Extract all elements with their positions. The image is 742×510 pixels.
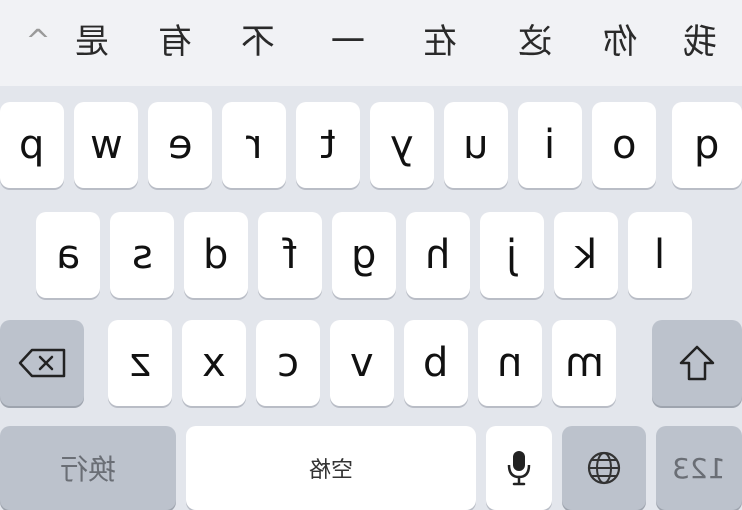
- key-label: m: [564, 340, 604, 386]
- key-label: d: [203, 232, 229, 278]
- key-label: y: [390, 122, 414, 168]
- numbers-key[interactable]: 123: [656, 426, 742, 510]
- candidate-word[interactable]: 这: [505, 18, 565, 66]
- key-label: r: [245, 122, 263, 168]
- numbers-label: 123: [672, 451, 726, 485]
- key-b[interactable]: b: [404, 320, 468, 406]
- key-label: o: [611, 122, 637, 168]
- expand-candidates-chevron-icon[interactable]: ^: [8, 18, 68, 66]
- key-label: f: [282, 232, 298, 278]
- key-label: n: [497, 340, 523, 386]
- key-s[interactable]: s: [110, 212, 174, 298]
- key-label: v: [350, 340, 374, 386]
- key-label: s: [131, 232, 153, 278]
- key-l[interactable]: l: [628, 212, 692, 298]
- microphone-icon: [507, 449, 531, 487]
- key-label: c: [277, 340, 299, 386]
- key-o[interactable]: o: [592, 102, 656, 188]
- key-e[interactable]: e: [148, 102, 212, 188]
- key-label: e: [167, 122, 193, 168]
- key-label: b: [423, 340, 449, 386]
- key-w[interactable]: w: [74, 102, 138, 188]
- key-a[interactable]: a: [36, 212, 100, 298]
- key-z[interactable]: z: [108, 320, 172, 406]
- globe-icon: [586, 450, 622, 486]
- microphone-key[interactable]: [486, 426, 552, 510]
- key-label: u: [463, 122, 489, 168]
- candidate-word[interactable]: 我: [670, 18, 730, 66]
- delete-icon: [18, 348, 66, 378]
- key-c[interactable]: c: [256, 320, 320, 406]
- return-label: 换行: [59, 453, 116, 486]
- key-label: t: [320, 122, 336, 168]
- key-d[interactable]: d: [184, 212, 248, 298]
- key-u[interactable]: u: [444, 102, 508, 188]
- key-label: l: [654, 232, 666, 278]
- key-label: q: [694, 122, 720, 168]
- key-v[interactable]: v: [330, 320, 394, 406]
- key-h[interactable]: h: [406, 212, 470, 298]
- key-label: a: [55, 232, 81, 278]
- candidate-bar: ^ 我 你 这 在 一 不 有 是: [0, 0, 742, 86]
- key-label: p: [19, 122, 45, 168]
- key-x[interactable]: x: [182, 320, 246, 406]
- key-g[interactable]: g: [332, 212, 396, 298]
- key-n[interactable]: n: [478, 320, 542, 406]
- key-f[interactable]: f: [258, 212, 322, 298]
- key-label: k: [574, 232, 598, 278]
- key-label: j: [506, 232, 518, 278]
- shift-icon: [677, 343, 717, 383]
- candidate-word[interactable]: 是: [62, 18, 122, 66]
- candidate-word[interactable]: 在: [410, 18, 470, 66]
- key-t[interactable]: t: [296, 102, 360, 188]
- key-j[interactable]: j: [480, 212, 544, 298]
- return-key[interactable]: 换行: [0, 426, 176, 510]
- key-p[interactable]: p: [0, 102, 64, 188]
- key-q[interactable]: q: [672, 102, 742, 188]
- key-label: h: [425, 232, 451, 278]
- key-label: z: [129, 340, 151, 386]
- space-label: 空格: [308, 458, 353, 483]
- key-label: x: [202, 340, 226, 386]
- shift-key[interactable]: [652, 320, 742, 406]
- key-k[interactable]: k: [554, 212, 618, 298]
- space-key[interactable]: 空格: [186, 426, 476, 510]
- candidate-word[interactable]: 一: [318, 18, 378, 66]
- delete-key[interactable]: [0, 320, 84, 406]
- candidate-word[interactable]: 有: [145, 18, 205, 66]
- key-m[interactable]: m: [552, 320, 616, 406]
- key-r[interactable]: r: [222, 102, 286, 188]
- key-i[interactable]: i: [518, 102, 582, 188]
- key-label: g: [351, 232, 377, 278]
- candidate-word[interactable]: 不: [228, 18, 288, 66]
- candidate-word[interactable]: 你: [590, 18, 650, 66]
- globe-key[interactable]: [562, 426, 646, 510]
- key-y[interactable]: y: [370, 102, 434, 188]
- key-label: i: [544, 122, 556, 168]
- key-label: w: [89, 122, 123, 168]
